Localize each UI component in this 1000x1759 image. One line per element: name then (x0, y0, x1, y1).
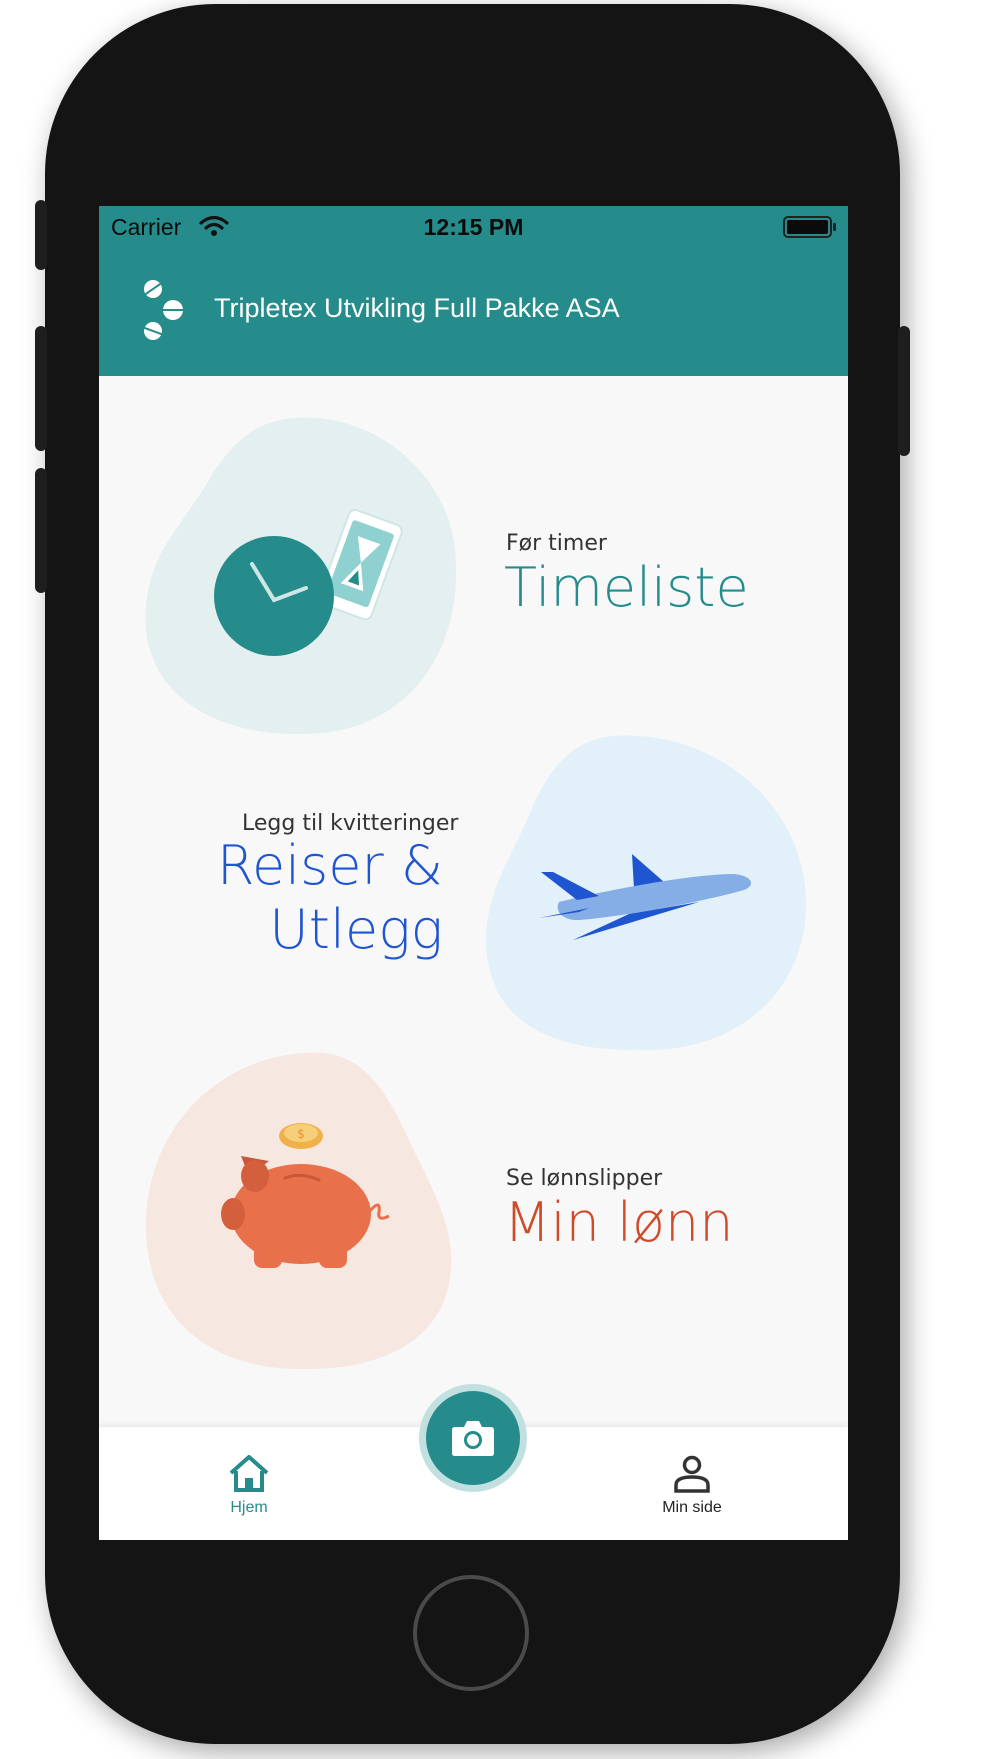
tripletex-logo-icon (143, 280, 183, 340)
travel-title-line2: Utlegg (269, 898, 443, 961)
mute-switch (35, 200, 47, 270)
camera-button[interactable] (426, 1391, 520, 1485)
person-icon (674, 1455, 710, 1493)
status-bar: Carrier 12:15 PM (99, 206, 848, 246)
home-icon (229, 1455, 269, 1492)
app-screen: Carrier 12:15 PM Tripletex Utvikling Ful… (99, 206, 848, 1540)
timesheet-title: Timeliste (504, 556, 749, 619)
nav-home-label: Hjem (230, 1499, 268, 1516)
salary-subtitle: Se lønnslipper (506, 1166, 663, 1191)
camera-icon (452, 1421, 494, 1456)
nav-profile-label: Min side (662, 1499, 722, 1516)
power-button (898, 326, 910, 456)
volume-down-button (35, 468, 47, 593)
piggy-bank-icon: $ (221, 1123, 390, 1268)
home-content: Før timer Timeliste Legg til kvitteringe… (99, 376, 848, 1474)
svg-text:$: $ (297, 1127, 305, 1141)
clock-hourglass-icon (214, 509, 403, 656)
salary-card[interactable]: $ Se lønnslipper Min lønn (99, 1051, 848, 1371)
travel-subtitle: Legg til kvitteringer (242, 811, 459, 836)
company-name: Tripletex Utvikling Full Pakke ASA (214, 293, 620, 323)
app-header: Tripletex Utvikling Full Pakke ASA (99, 246, 848, 376)
timesheet-card[interactable]: Før timer Timeliste (99, 416, 848, 736)
travel-expenses-card[interactable]: Legg til kvitteringer Reiser & Utlegg (99, 734, 848, 1054)
home-hardware-button[interactable] (413, 1575, 529, 1691)
timesheet-subtitle: Før timer (506, 531, 607, 556)
nav-profile[interactable]: Min side (637, 1455, 747, 1517)
nav-home[interactable]: Hjem (209, 1453, 289, 1517)
battery-icon (783, 216, 836, 238)
travel-title-line1: Reiser & (216, 834, 443, 897)
clock-time: 12:15 PM (423, 214, 524, 240)
volume-up-button (35, 326, 47, 451)
salary-title: Min lønn (504, 1191, 734, 1254)
airplane-icon (539, 854, 751, 940)
